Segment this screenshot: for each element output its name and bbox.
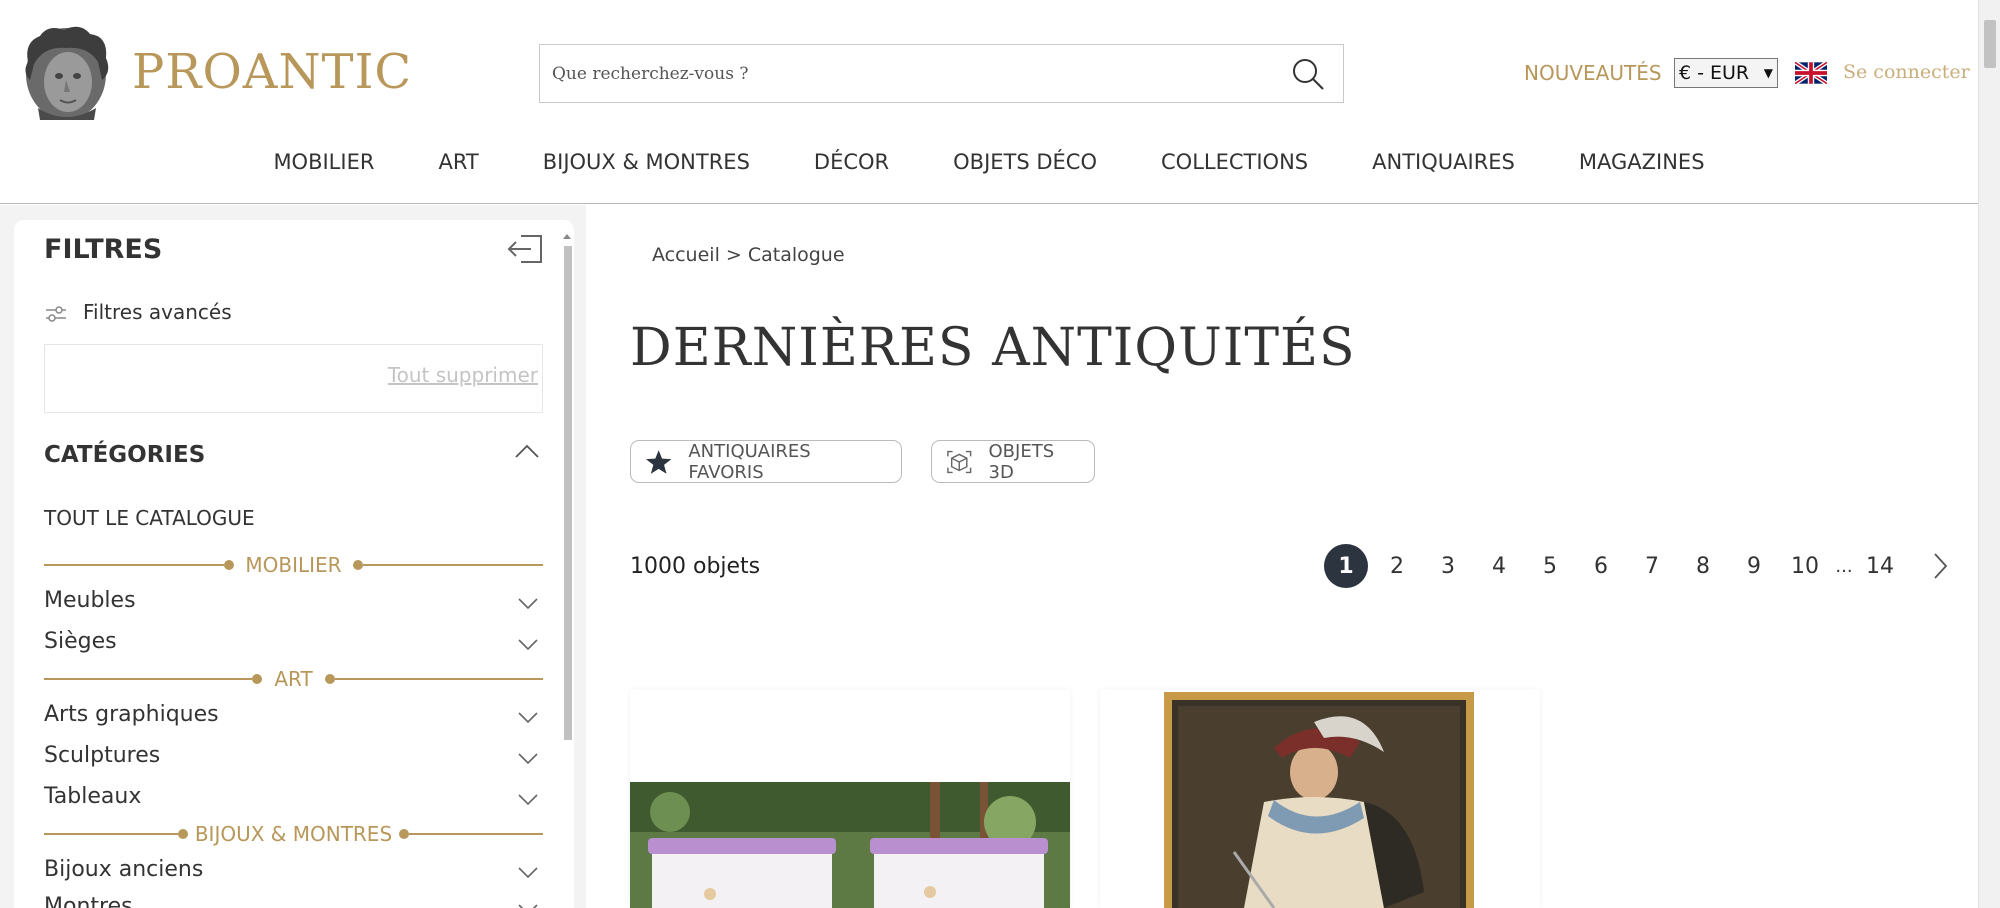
page-number[interactable]: 10 <box>1783 544 1827 588</box>
category-montres[interactable]: Montres <box>44 894 543 908</box>
category-sieges[interactable]: Sièges <box>44 629 543 659</box>
category-label: Sièges <box>44 629 117 654</box>
chevron-down-icon: ▼ <box>1763 66 1773 80</box>
sliders-icon[interactable] <box>44 304 68 324</box>
category-label: Tableaux <box>44 784 142 809</box>
chevron-down-icon[interactable] <box>517 751 539 765</box>
categories-title[interactable]: CATÉGORIES <box>44 442 205 468</box>
chevron-down-icon[interactable] <box>517 865 539 879</box>
chevron-up-icon[interactable] <box>514 442 540 460</box>
nav-item-mobilier[interactable]: MOBILIER <box>273 150 374 174</box>
clear-all-filters-link[interactable]: Tout supprimer <box>388 363 538 387</box>
currency-value: € - EUR <box>1679 62 1750 84</box>
category-bijoux-anciens[interactable]: Bijoux anciens <box>44 857 543 887</box>
page-scrollbar-thumb[interactable] <box>1984 20 1996 68</box>
logo-text[interactable]: PROANTIC <box>132 44 412 100</box>
filters-sidebar: FILTRES Filtres avancés Tout supprimer C… <box>14 220 574 908</box>
category-tableaux[interactable]: Tableaux <box>44 784 543 814</box>
site-header: PROANTIC NOUVEAUTÉS € - EUR ▼ Se connect… <box>0 0 1978 204</box>
nav-item-art[interactable]: ART <box>438 150 478 174</box>
objects-3d-button[interactable]: OBJETS 3D <box>931 440 1095 483</box>
category-arts-graphiques[interactable]: Arts graphiques <box>44 702 543 732</box>
nav-item-decor[interactable]: DÉCOR <box>814 150 889 174</box>
star-icon <box>645 449 672 474</box>
results-count: 1000 objets <box>630 554 761 579</box>
section-divider-mobilier: MOBILIER <box>44 553 543 577</box>
page-number-current[interactable]: 1 <box>1324 544 1368 588</box>
cube-3d-icon <box>947 450 972 473</box>
page-number[interactable]: 2 <box>1375 544 1419 588</box>
new-arrivals-link[interactable]: NOUVEAUTÉS <box>1524 61 1662 85</box>
nav-item-collections[interactable]: COLLECTIONS <box>1161 150 1308 174</box>
product-card[interactable] <box>630 690 1070 908</box>
search-bar <box>539 44 1344 103</box>
nav-item-antiquaires[interactable]: ANTIQUAIRES <box>1372 150 1515 174</box>
chevron-down-icon[interactable] <box>517 902 539 908</box>
chevron-down-icon[interactable] <box>517 596 539 610</box>
category-label: Bijoux anciens <box>44 857 204 882</box>
objects-3d-label: OBJETS 3D <box>988 440 1055 483</box>
advanced-filters-link[interactable]: Filtres avancés <box>83 300 232 324</box>
nav-item-bijoux-montres[interactable]: BIJOUX & MONTRES <box>543 150 750 174</box>
chevron-right-icon[interactable] <box>1932 552 1948 580</box>
favorite-dealers-button[interactable]: ANTIQUAIRES FAVORIS <box>630 440 902 483</box>
page-number[interactable]: 5 <box>1528 544 1572 588</box>
scroll-up-arrow-icon[interactable] <box>563 234 571 239</box>
active-filters-box: Tout supprimer <box>44 344 543 413</box>
page-number[interactable]: 9 <box>1732 544 1776 588</box>
category-meubles[interactable]: Meubles <box>44 588 543 618</box>
currency-select[interactable]: € - EUR ▼ <box>1674 58 1778 88</box>
product-image-vases[interactable] <box>630 782 1070 908</box>
page-number-last[interactable]: 14 <box>1858 544 1902 588</box>
category-sculptures[interactable]: Sculptures <box>44 743 543 773</box>
page-number[interactable]: 3 <box>1426 544 1470 588</box>
page-number[interactable]: 4 <box>1477 544 1521 588</box>
section-divider-bijoux: BIJOUX & MONTRES <box>44 822 543 846</box>
search-input[interactable] <box>540 45 1280 102</box>
logo-medusa-icon[interactable] <box>18 22 114 124</box>
filters-title: FILTRES <box>44 234 163 265</box>
sidebar-scrollbar[interactable] <box>560 232 574 908</box>
section-divider-art: ART <box>44 667 543 691</box>
uk-flag-icon[interactable] <box>1795 62 1827 84</box>
nav-item-objets-deco[interactable]: OBJETS DÉCO <box>953 150 1097 174</box>
main-nav: MOBILIER ART BIJOUX & MONTRES DÉCOR OBJE… <box>0 150 1978 174</box>
product-card[interactable] <box>1100 690 1540 908</box>
page-ellipsis: ... <box>1835 555 1853 577</box>
product-image-painting[interactable] <box>1164 692 1474 908</box>
chevron-down-icon[interactable] <box>517 792 539 806</box>
page-title: DERNIÈRES ANTIQUITÉS <box>630 318 1356 378</box>
page-number[interactable]: 7 <box>1630 544 1674 588</box>
pagination: 1 2 3 4 5 6 7 8 9 10 ... 14 <box>1324 544 1909 588</box>
page-scrollbar[interactable] <box>1978 0 2000 908</box>
favorite-dealers-label: ANTIQUAIRES FAVORIS <box>688 440 811 483</box>
category-label: Montres <box>44 894 133 908</box>
category-label: Meubles <box>44 588 136 613</box>
page: PROANTIC NOUVEAUTÉS € - EUR ▼ Se connect… <box>0 0 2000 908</box>
search-icon[interactable] <box>1291 57 1325 91</box>
collapse-sidebar-icon[interactable] <box>507 234 543 264</box>
page-number[interactable]: 6 <box>1579 544 1623 588</box>
chevron-down-icon[interactable] <box>517 710 539 724</box>
category-label: Arts graphiques <box>44 702 219 727</box>
page-number[interactable]: 8 <box>1681 544 1725 588</box>
breadcrumb[interactable]: Accueil > Catalogue <box>652 244 845 266</box>
signin-link[interactable]: Se connecter <box>1843 61 1970 83</box>
category-label: Sculptures <box>44 743 161 768</box>
sidebar-scrollbar-thumb[interactable] <box>564 246 572 740</box>
nav-item-magazines[interactable]: MAGAZINES <box>1579 150 1705 174</box>
all-catalog-link[interactable]: TOUT LE CATALOGUE <box>44 506 255 530</box>
chevron-down-icon[interactable] <box>517 637 539 651</box>
